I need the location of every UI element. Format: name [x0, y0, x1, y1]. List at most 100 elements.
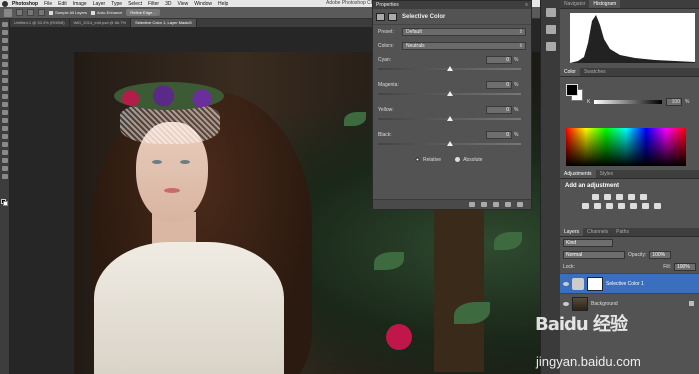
brush-presets-icon[interactable]	[546, 42, 556, 51]
k-channel-slider[interactable]	[594, 100, 662, 104]
reset-icon[interactable]	[493, 202, 499, 207]
menu-type[interactable]: Type	[111, 1, 122, 7]
preset-select[interactable]: Default ⇕	[402, 28, 526, 36]
levels-icon[interactable]	[604, 194, 611, 200]
crop-tool-icon[interactable]	[2, 54, 8, 59]
photo-filter-icon[interactable]	[618, 203, 625, 209]
color-balance-icon[interactable]	[594, 203, 601, 209]
hand-tool-icon[interactable]	[2, 166, 8, 171]
slider-value-input[interactable]: 0	[486, 131, 512, 139]
color-lookup-icon[interactable]	[642, 203, 649, 209]
tab-navigator[interactable]: Navigator	[560, 0, 589, 8]
slider-value-input[interactable]: 0	[486, 56, 512, 64]
fill-input[interactable]: 100%	[674, 263, 696, 271]
doc-tab[interactable]: Untitled-1 @ 33.3% (RGB/8)	[10, 19, 70, 27]
menu-view[interactable]: View	[178, 1, 189, 7]
layer-mask-thumbnail[interactable]	[587, 276, 603, 291]
gradient-tool-icon[interactable]	[2, 110, 8, 115]
auto-enhance-checkbox[interactable]: Auto-Enhance	[91, 10, 122, 15]
relative-radio[interactable]: Relative	[415, 157, 441, 163]
refine-edge-button[interactable]: Refine Edge...	[126, 9, 160, 16]
adjustment-icon[interactable]	[376, 12, 385, 21]
hue-saturation-icon[interactable]	[582, 203, 589, 209]
colors-select[interactable]: Neutrals ⇕	[402, 42, 526, 50]
tab-histogram[interactable]: Histogram	[589, 0, 621, 8]
panel-menu-icon[interactable]: ≡	[525, 1, 528, 9]
opacity-input[interactable]: 100%	[649, 251, 672, 259]
lasso-tool-icon[interactable]	[2, 38, 8, 43]
layer-row-selective-color[interactable]: Selective Color 1	[560, 273, 699, 293]
tab-channels[interactable]: Channels	[583, 228, 612, 236]
blur-tool-icon[interactable]	[2, 118, 8, 123]
sample-all-layers-checkbox[interactable]: Sample All Layers	[49, 10, 87, 15]
mask-icon[interactable]	[388, 12, 397, 21]
menu-help[interactable]: Help	[218, 1, 228, 7]
menu-edit[interactable]: Edit	[58, 1, 67, 7]
quick-select-tool-icon[interactable]	[4, 8, 12, 17]
brush-tool-icon[interactable]	[2, 78, 8, 83]
background-color-swatch[interactable]	[3, 201, 8, 206]
slider-value-input[interactable]: 0	[486, 106, 512, 114]
move-tool-icon[interactable]	[2, 22, 8, 27]
eyedropper-tool-icon[interactable]	[2, 62, 8, 67]
slider-knob[interactable]	[446, 91, 453, 96]
exposure-icon[interactable]	[628, 194, 635, 200]
visibility-eye-icon[interactable]	[563, 301, 569, 306]
tab-color[interactable]: Color	[560, 68, 580, 76]
history-brush-tool-icon[interactable]	[2, 94, 8, 99]
absolute-radio[interactable]: Absolute	[455, 157, 483, 163]
apple-icon[interactable]	[2, 0, 8, 7]
blend-mode-select[interactable]: Normal	[563, 251, 625, 259]
k-channel-value[interactable]: 100	[666, 98, 682, 106]
type-tool-icon[interactable]	[2, 142, 8, 147]
menu-layer[interactable]: Layer	[93, 1, 106, 7]
clip-to-layer-icon[interactable]	[469, 202, 475, 207]
pen-tool-icon[interactable]	[2, 134, 8, 139]
history-icon[interactable]	[546, 8, 556, 17]
dodge-tool-icon[interactable]	[2, 126, 8, 131]
clone-tool-icon[interactable]	[2, 86, 8, 91]
menu-select[interactable]: Select	[128, 1, 142, 7]
zoom-tool-icon[interactable]	[2, 174, 8, 179]
visibility-eye-icon[interactable]	[563, 281, 569, 286]
layer-filter-select[interactable]: Kind	[563, 239, 613, 247]
menu-image[interactable]: Image	[73, 1, 87, 7]
eraser-tool-icon[interactable]	[2, 102, 8, 107]
brightness-icon[interactable]	[592, 194, 599, 200]
foreground-color-swatch[interactable]	[566, 84, 578, 96]
properties-header[interactable]: Properties ≡	[373, 1, 531, 9]
vibrance-icon[interactable]	[640, 194, 647, 200]
invert-icon[interactable]	[654, 203, 661, 209]
slider-knob[interactable]	[446, 141, 453, 146]
trash-icon[interactable]	[517, 202, 523, 207]
slider-value-input[interactable]: 0	[486, 81, 512, 89]
menu-window[interactable]: Window	[194, 1, 212, 7]
tab-adjustments[interactable]: Adjustments	[560, 170, 596, 178]
black-white-icon[interactable]	[606, 203, 613, 209]
shape-tool-icon[interactable]	[2, 158, 8, 163]
menu-app[interactable]: Photoshop	[12, 1, 38, 7]
tab-styles[interactable]: Styles	[596, 170, 618, 178]
doc-tab-active[interactable]: Selective Color 1, Layer Mask/8	[131, 19, 197, 27]
marquee-tool-icon[interactable]	[2, 30, 8, 35]
curves-icon[interactable]	[616, 194, 623, 200]
doc-tab[interactable]: IMG_2014_edit.psd @ 66.7%	[70, 19, 132, 27]
healing-tool-icon[interactable]	[2, 70, 8, 75]
color-spectrum[interactable]	[566, 128, 686, 166]
visibility-icon[interactable]	[505, 202, 511, 207]
quick-select-tool-icon[interactable]	[2, 46, 8, 51]
menu-file[interactable]: File	[44, 1, 52, 7]
channel-mixer-icon[interactable]	[630, 203, 637, 209]
subtract-selection-button[interactable]	[38, 9, 45, 16]
menu-filter[interactable]: Filter	[148, 1, 159, 7]
tab-layers[interactable]: Layers	[560, 228, 584, 236]
slider-knob[interactable]	[446, 66, 453, 71]
menu-3d[interactable]: 3D	[165, 1, 171, 7]
tab-paths[interactable]: Paths	[612, 228, 633, 236]
path-select-tool-icon[interactable]	[2, 150, 8, 155]
tab-swatches[interactable]: Swatches	[580, 68, 610, 76]
add-selection-button[interactable]	[27, 9, 34, 16]
actions-icon[interactable]	[546, 25, 556, 34]
view-previous-icon[interactable]	[481, 202, 487, 207]
new-selection-button[interactable]	[16, 9, 23, 16]
